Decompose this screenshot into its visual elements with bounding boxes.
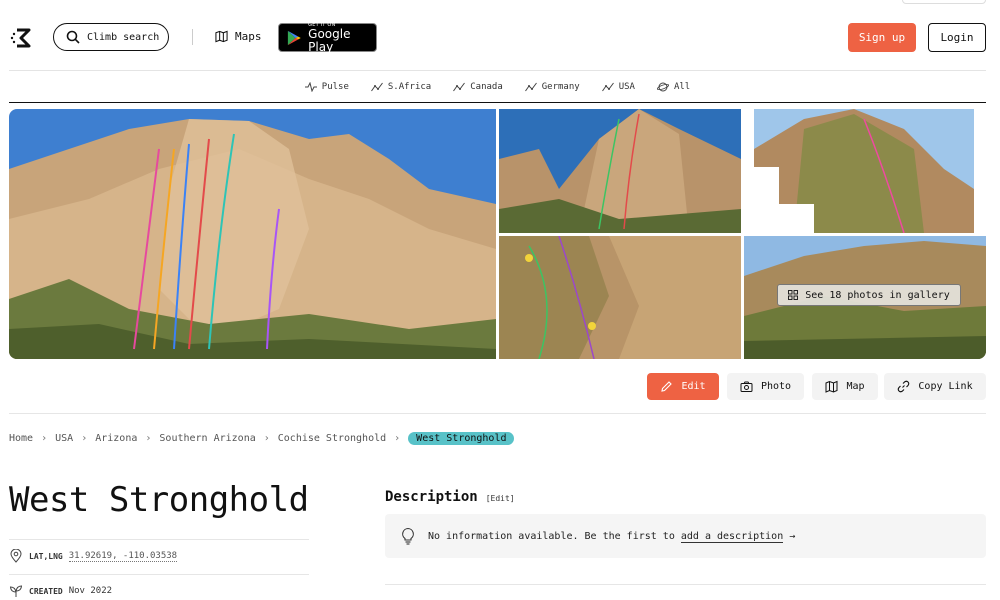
google-play-badge[interactable]: GET IT ON Google Play [278,22,377,54]
chevron-right-icon: › [81,432,88,444]
nav-label: Canada [470,81,503,92]
header-divider [192,29,193,45]
add-description-link[interactable]: add a description [680,530,784,543]
nav-item-all[interactable]: All [656,81,691,92]
site-header: Climb search Maps GET IT ON Google Play … [0,0,1000,72]
site-logo[interactable] [9,24,37,52]
google-play-big-label: Google Play [308,26,351,54]
description-title: Description [385,489,478,505]
nav-item-usa[interactable]: USA [601,81,635,92]
page-title: West Stronghold [9,480,309,520]
copy-link-button[interactable]: Copy Link [884,373,986,400]
nav-label: USA [618,81,635,92]
nav-label: Pulse [321,81,349,92]
google-play-icon [287,30,301,45]
created-label: CREATED [29,586,63,596]
description-divider [385,584,986,585]
header-top-widget [902,0,986,4]
trend-icon [524,82,537,91]
breadcrumb-usa[interactable]: USA [55,433,73,444]
region-nav: Pulse S.Africa Canada Germany USA All [9,70,986,103]
map-icon [215,30,228,43]
trend-icon [370,82,383,91]
chevron-right-icon: › [41,432,48,444]
nav-item-germany[interactable]: Germany [524,81,580,92]
arrow-right-icon: → [789,530,796,542]
breadcrumb-southern-arizona[interactable]: Southern Arizona [159,433,255,444]
trend-icon [601,82,614,91]
globe-icon [656,82,669,91]
breadcrumb-arizona[interactable]: Arizona [95,433,137,444]
section-divider [9,413,986,414]
chevron-right-icon: › [263,432,270,444]
nav-item-canada[interactable]: Canada [453,82,503,92]
nav-item-s-africa[interactable]: S.Africa [370,81,432,92]
location-pin-icon [10,549,22,563]
trend-icon [453,82,466,91]
gallery-photo[interactable] [499,236,741,359]
map-button[interactable]: Map [812,373,878,400]
nav-label: Germany [541,81,580,92]
meta-divider [9,574,309,575]
latlng-value[interactable]: 31.92619, -110.03538 [68,551,178,562]
link-icon [898,380,910,393]
map-label: Map [846,381,865,392]
photo-label: Photo [760,381,792,392]
edit-button[interactable]: Edit [647,373,719,400]
climb-search-label: Climb search [87,31,160,43]
climb-search-button[interactable]: Climb search [53,23,169,51]
nav-label: All [673,81,691,92]
breadcrumb-current: West Stronghold [408,431,515,445]
description-header: Description [Edit] [385,489,515,505]
description-edit-link[interactable]: [Edit] [486,494,515,503]
search-icon [66,30,80,44]
breadcrumb-home[interactable]: Home [9,433,33,444]
nav-item-pulse[interactable]: Pulse [304,81,349,92]
chevron-right-icon: › [145,432,152,444]
meta-divider [9,539,309,540]
description-empty-message: No information available. Be the first t… [428,530,675,542]
photo-gallery: See 18 photos in gallery [9,109,986,359]
map-icon [825,380,838,393]
latlng-row: LAT,LNG 31.92619, -110.03538 [9,549,178,563]
nav-label: S.Africa [387,81,432,92]
pencil-icon [661,381,673,392]
maps-link[interactable]: Maps [215,30,262,43]
gallery-photo[interactable] [499,109,741,233]
seedling-icon [9,585,23,597]
copy-link-label: Copy Link [918,381,973,392]
latlng-label: LAT,LNG [29,551,63,561]
gallery-photo[interactable] [744,109,986,233]
created-value: Nov 2022 [68,586,113,596]
logo-icon [10,28,31,48]
photo-button[interactable]: Photo [727,373,804,400]
edit-label: Edit [681,381,706,392]
see-gallery-label: See 18 photos in gallery [805,289,950,301]
camera-icon [740,381,753,392]
created-row: CREATED Nov 2022 [9,584,112,598]
description-empty-text: No information available. Be the first t… [428,530,796,543]
breadcrumb: Home › USA › Arizona › Southern Arizona … [9,430,515,446]
main-crag-photo[interactable] [9,109,496,359]
login-button[interactable]: Login [928,23,986,52]
maps-label: Maps [235,30,262,43]
chevron-right-icon: › [394,432,401,444]
lightbulb-icon [402,527,414,545]
pulse-icon [304,81,317,92]
description-empty-box: No information available. Be the first t… [385,514,986,558]
grid-icon [788,290,799,300]
sign-up-button[interactable]: Sign up [848,23,916,52]
breadcrumb-cochise-stronghold[interactable]: Cochise Stronghold [278,433,386,444]
see-gallery-button[interactable]: See 18 photos in gallery [777,284,961,306]
